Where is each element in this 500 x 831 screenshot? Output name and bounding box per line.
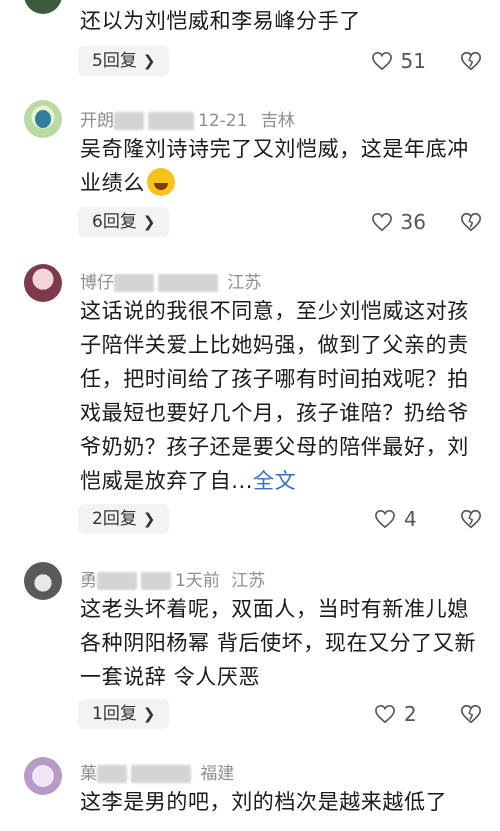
comment-meta: 博仔 江苏 bbox=[80, 268, 261, 293]
comment-date: 1天前 bbox=[175, 571, 220, 591]
blurred-text bbox=[148, 112, 194, 130]
chevron-right-icon: ❯ bbox=[142, 52, 156, 70]
comment-meta: 开朗 12-21 吉林 bbox=[80, 106, 295, 131]
like-count: 2 bbox=[404, 702, 417, 726]
broken-heart-icon[interactable] bbox=[460, 211, 482, 233]
comment-location: 福建 bbox=[200, 764, 235, 784]
blurred-username bbox=[97, 765, 127, 783]
like-bar: 2 bbox=[374, 699, 482, 729]
comment-text[interactable]: 吴奇隆刘诗诗完了又刘恺威，这是年底冲业绩么 bbox=[80, 132, 485, 200]
like-bar: 4 bbox=[374, 504, 482, 534]
comment-location: 吉林 bbox=[260, 111, 295, 131]
broken-heart-icon[interactable] bbox=[460, 50, 482, 72]
username[interactable]: 勇 bbox=[80, 571, 97, 591]
view-replies-button[interactable]: 2回复 ❯ bbox=[78, 504, 170, 534]
username[interactable]: 菓 bbox=[80, 764, 97, 784]
username[interactable]: 开朗 bbox=[80, 111, 114, 131]
blurred-text bbox=[141, 572, 171, 590]
laugh-crying-emoji-icon bbox=[146, 168, 175, 196]
comment-location: 江苏 bbox=[231, 571, 266, 591]
heart-outline-icon[interactable] bbox=[374, 509, 396, 529]
comment-text[interactable]: 还以为刘恺威和李易峰分手了 bbox=[80, 4, 485, 38]
like-count: 4 bbox=[404, 507, 417, 531]
chevron-right-icon: ❯ bbox=[142, 705, 156, 723]
avatar[interactable] bbox=[24, 100, 62, 138]
avatar[interactable] bbox=[24, 264, 62, 302]
comment-text[interactable]: 这话说的我很不同意，至少刘恺威这对孩子陪伴关爱上比她妈强，做到了父亲的责任，把时… bbox=[80, 294, 485, 498]
like-bar: 36 bbox=[371, 207, 482, 237]
blurred-username bbox=[97, 572, 137, 590]
comment-location: 江苏 bbox=[227, 273, 262, 293]
view-replies-button[interactable]: 1回复 ❯ bbox=[78, 699, 170, 729]
like-count: 51 bbox=[400, 49, 426, 73]
heart-outline-icon[interactable] bbox=[371, 51, 393, 71]
broken-heart-icon[interactable] bbox=[460, 703, 482, 725]
like-count: 36 bbox=[400, 210, 426, 234]
blurred-username bbox=[114, 112, 144, 130]
chevron-right-icon: ❯ bbox=[142, 213, 156, 231]
comment-date: 12-21 bbox=[198, 111, 248, 131]
avatar[interactable] bbox=[24, 757, 62, 795]
like-bar: 51 bbox=[371, 46, 482, 76]
view-replies-button[interactable]: 6回复 ❯ bbox=[78, 207, 170, 237]
avatar[interactable] bbox=[24, 562, 62, 600]
heart-outline-icon[interactable] bbox=[374, 704, 396, 724]
comment-meta: 菓 福建 bbox=[80, 759, 234, 784]
broken-heart-icon[interactable] bbox=[460, 508, 482, 530]
comment-text[interactable]: 这老头坏着呢，双面人，当时有新准儿媳 各种阴阳杨幂 背后使坏，现在又分了又新一套… bbox=[80, 592, 485, 694]
blurred-text bbox=[158, 274, 218, 292]
blurred-username bbox=[114, 274, 154, 292]
comment-meta: 勇 1天前 江苏 bbox=[80, 566, 265, 591]
full-text-link[interactable]: 全文 bbox=[253, 469, 296, 493]
heart-outline-icon[interactable] bbox=[371, 212, 393, 232]
chevron-right-icon: ❯ bbox=[142, 510, 156, 528]
blurred-text bbox=[131, 765, 191, 783]
username[interactable]: 博仔 bbox=[80, 273, 114, 293]
view-replies-button[interactable]: 5回复 ❯ bbox=[78, 46, 170, 76]
avatar[interactable] bbox=[24, 0, 62, 14]
comment-text[interactable]: 这李是男的吧，刘的档次是越来越低了 bbox=[80, 785, 485, 819]
